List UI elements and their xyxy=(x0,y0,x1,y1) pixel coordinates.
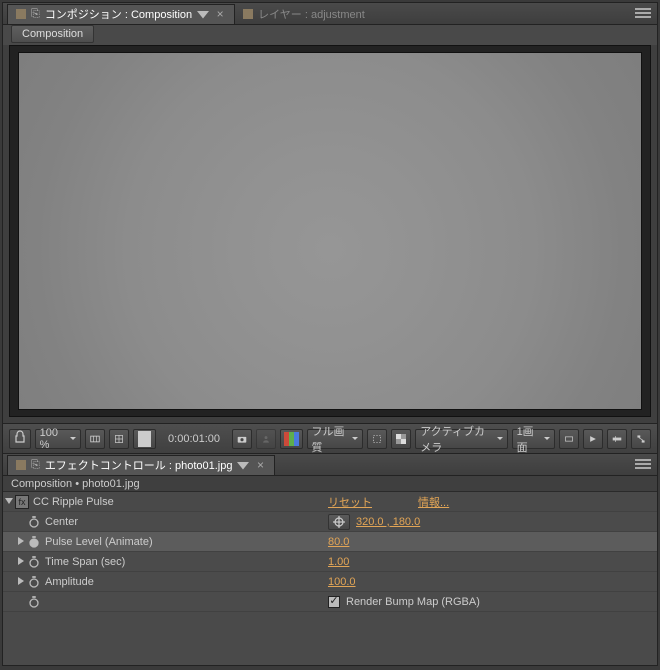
composition-canvas[interactable] xyxy=(19,53,641,409)
lock-icon[interactable] xyxy=(9,429,31,449)
tab-effect-controls[interactable]: ⎘ エフェクトコントロール : photo01.jpg × xyxy=(7,455,275,475)
comp-swatch-icon xyxy=(16,9,26,19)
prop-value[interactable]: 320.0 , 180.0 xyxy=(356,516,420,528)
timeline-button[interactable] xyxy=(607,429,627,449)
channel-icon[interactable] xyxy=(280,429,303,449)
viewer-tabbar: ⎘ コンポジション : Composition × レイヤー : adjustm… xyxy=(3,3,657,25)
region-icon[interactable] xyxy=(367,429,387,449)
safe-zones-icon[interactable] xyxy=(109,429,129,449)
preview-area xyxy=(9,45,651,417)
viewer-footer: 100 % 0:00:01:00 フル画質 xyxy=(3,423,657,453)
prop-value[interactable]: 80.0 xyxy=(328,536,349,548)
tab-composition[interactable]: ⎘ コンポジション : Composition × xyxy=(7,4,235,24)
reset-link[interactable]: リセット xyxy=(328,494,372,510)
snapshot-icon[interactable] xyxy=(232,429,252,449)
info-link[interactable]: 情報... xyxy=(418,494,449,510)
twirl-closed-icon[interactable] xyxy=(15,551,27,570)
prop-label: Pulse Level (Animate) xyxy=(45,536,153,548)
prop-row-time-span: Time Span (sec) 1.00 xyxy=(3,552,657,572)
close-icon[interactable]: × xyxy=(254,459,266,471)
prop-label: Render Bump Map (RGBA) xyxy=(346,596,480,608)
breadcrumb-item[interactable]: Composition xyxy=(11,25,94,43)
effect-controls-panel: ⎘ エフェクトコントロール : photo01.jpg × Compositio… xyxy=(3,454,657,665)
prop-label: Amplitude xyxy=(45,576,94,588)
effect-name: CC Ripple Pulse xyxy=(33,496,114,508)
viewer-breadcrumb: Composition xyxy=(3,25,657,45)
close-icon[interactable]: × xyxy=(214,8,226,20)
mask-toggle-icon[interactable] xyxy=(133,429,156,449)
prop-row-amplitude: Amplitude 100.0 xyxy=(3,572,657,592)
tab-layer[interactable]: レイヤー : adjustment xyxy=(235,4,373,24)
camera-value: アクティブカメラ xyxy=(420,423,492,455)
prop-row-center: Center 320.0 , 180.0 xyxy=(3,512,657,532)
flowchart-button[interactable] xyxy=(631,429,651,449)
zoom-dropdown[interactable]: 100 % xyxy=(35,429,81,449)
resolution-icon[interactable] xyxy=(85,429,105,449)
effect-header-row[interactable]: fx CC Ripple Pulse リセット 情報... xyxy=(3,492,657,512)
linked-icon: ⎘ xyxy=(31,459,40,472)
tab-label: レイヤー : adjustment xyxy=(258,6,365,22)
stopwatch-icon[interactable] xyxy=(27,515,41,529)
twirl-closed-icon[interactable] xyxy=(15,531,27,550)
show-snapshot-icon[interactable] xyxy=(256,429,276,449)
fx-empty-area xyxy=(3,612,657,665)
crosshair-icon[interactable] xyxy=(328,514,350,530)
prop-value[interactable]: 100.0 xyxy=(328,576,356,588)
prop-row-render-bump: ✓ Render Bump Map (RGBA) xyxy=(3,592,657,612)
prop-label: Time Span (sec) xyxy=(45,556,125,568)
fast-previews-icon[interactable] xyxy=(583,429,603,449)
panel-menu-icon[interactable] xyxy=(635,457,651,471)
chevron-down-icon[interactable] xyxy=(197,8,209,20)
chevron-down-icon[interactable] xyxy=(237,459,249,471)
tab-label: コンポジション : Composition xyxy=(45,6,192,22)
current-time[interactable]: 0:00:01:00 xyxy=(160,433,228,445)
stopwatch-icon[interactable] xyxy=(27,575,41,589)
layer-swatch-icon xyxy=(16,460,26,470)
quality-dropdown[interactable]: フル画質 xyxy=(307,429,364,449)
prop-row-pulse-level[interactable]: Pulse Level (Animate) 80.0 xyxy=(3,532,657,552)
twirl-closed-icon[interactable] xyxy=(15,571,27,590)
fx-breadcrumb: Composition • photo01.jpg xyxy=(3,476,657,492)
stopwatch-active-icon[interactable] xyxy=(27,535,41,549)
fx-badge-icon[interactable]: fx xyxy=(15,495,29,509)
linked-icon: ⎘ xyxy=(31,8,40,21)
view-value: 1画面 xyxy=(517,423,540,455)
checkbox-render-bump[interactable]: ✓ xyxy=(328,596,340,608)
prop-value[interactable]: 1.00 xyxy=(328,556,349,568)
view-layout-dropdown[interactable]: 1画面 xyxy=(512,429,555,449)
tab-label: エフェクトコントロール : photo01.jpg xyxy=(45,457,233,473)
composition-viewer-panel: ⎘ コンポジション : Composition × レイヤー : adjustm… xyxy=(3,3,657,454)
camera-dropdown[interactable]: アクティブカメラ xyxy=(415,429,507,449)
quality-value: フル画質 xyxy=(312,423,349,455)
prop-label: Center xyxy=(45,516,78,528)
transparency-grid-icon[interactable] xyxy=(391,429,411,449)
twirl-open-icon[interactable] xyxy=(3,491,15,510)
fx-tabbar: ⎘ エフェクトコントロール : photo01.jpg × xyxy=(3,454,657,476)
stopwatch-icon[interactable] xyxy=(27,595,41,609)
stopwatch-icon[interactable] xyxy=(27,555,41,569)
panel-menu-icon[interactable] xyxy=(635,6,651,20)
zoom-value: 100 % xyxy=(40,427,66,451)
layer-swatch-icon xyxy=(243,9,253,19)
pixel-aspect-icon[interactable] xyxy=(559,429,579,449)
